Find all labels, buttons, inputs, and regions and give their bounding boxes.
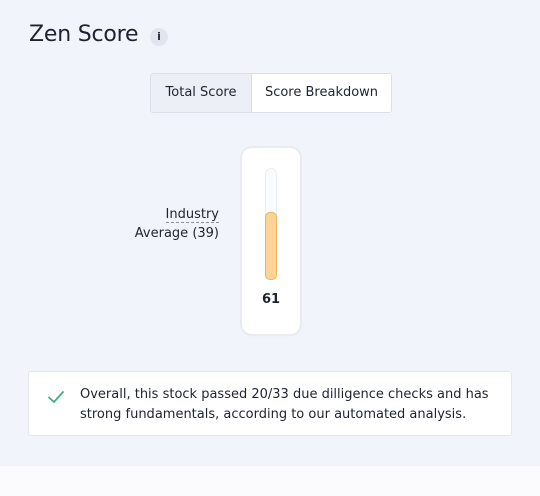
gauge-fill <box>265 212 277 280</box>
industry-average-value: Average (39) <box>134 226 219 241</box>
page-title: Zen Score <box>29 22 139 47</box>
tab-total-score[interactable]: Total Score <box>151 74 252 112</box>
summary-text: Overall, this stock passed 20/33 due dil… <box>80 387 489 422</box>
zen-score-card: Zen Score i Total Score Score Breakdown … <box>0 0 540 466</box>
industry-label[interactable]: Industry <box>165 207 219 223</box>
info-icon[interactable]: i <box>150 28 168 46</box>
summary-box: Overall, this stock passed 20/33 due dil… <box>28 371 512 436</box>
tab-score-breakdown[interactable]: Score Breakdown <box>252 74 391 112</box>
score-tabs: Total Score Score Breakdown <box>150 73 392 113</box>
score-gauge: 61 <box>242 148 300 334</box>
check-icon <box>48 391 64 403</box>
industry-average-label: Industry Average (39) <box>135 205 219 243</box>
score-value: 61 <box>261 292 281 307</box>
